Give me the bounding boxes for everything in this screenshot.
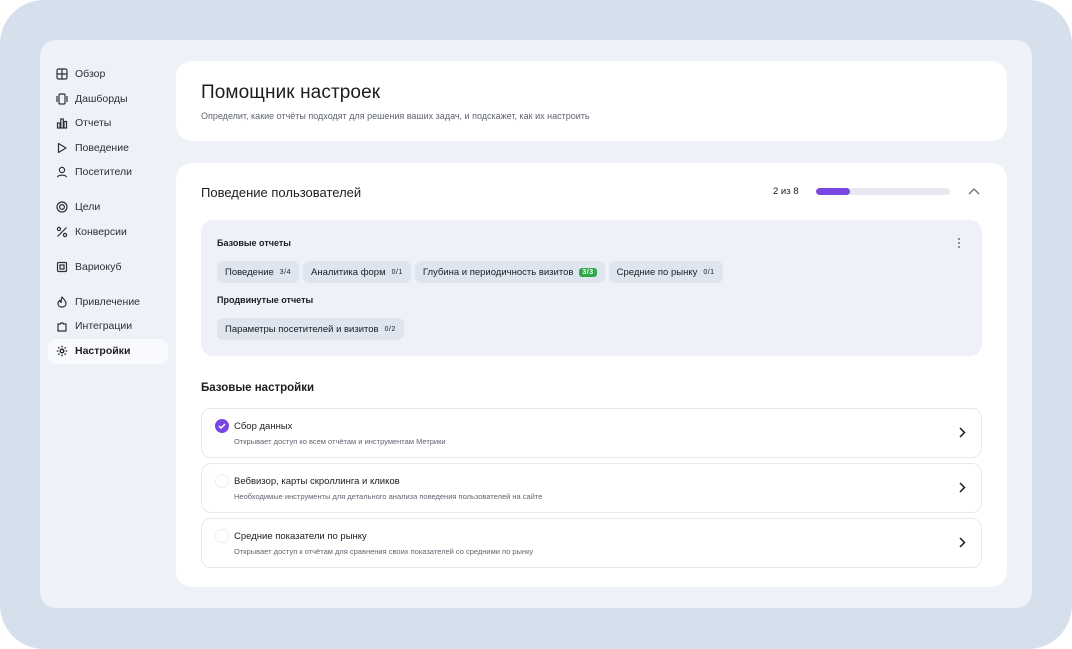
setting-description: Открывает доступ ко всем отчётам и инстр…: [234, 437, 446, 446]
sidebar-item-settings[interactable]: Настройки: [48, 338, 168, 364]
chevron-right-icon: [957, 426, 967, 438]
cube-icon: [56, 261, 68, 273]
basic-settings-title: Базовые настройки: [201, 382, 315, 394]
sidebar-item-overview[interactable]: Обзор: [48, 62, 168, 87]
sidebar-item-label: Вариокуб: [75, 260, 122, 273]
chip-count: 0/2: [384, 325, 396, 333]
sidebar-item-integrations[interactable]: Интеграции: [48, 314, 168, 339]
chip-label: Аналитика форм: [311, 266, 386, 278]
chip-count: 0/1: [391, 268, 403, 276]
user-behavior-card: Поведение пользователей 2 из 8 Базовые о…: [176, 163, 1007, 587]
sidebar-item-label: Привлечение: [75, 295, 141, 308]
play-icon: [56, 142, 68, 154]
sidebar-item-goals[interactable]: Цели: [48, 195, 168, 220]
target-icon: [56, 201, 68, 213]
chevron-up-icon: [968, 188, 980, 195]
flame-icon: [56, 296, 68, 308]
sidebar-item-conversions[interactable]: Конверсии: [48, 220, 168, 245]
report-chip-form-analytics[interactable]: Аналитика форм 0/1: [303, 261, 411, 283]
bar-chart-icon: [56, 117, 68, 129]
setting-name: Сбор данных: [234, 421, 293, 432]
chip-label: Поведение: [225, 266, 274, 278]
setting-description: Необходимые инструменты для детального а…: [234, 492, 543, 501]
setting-name: Вебвизор, карты скроллинга и кликов: [234, 476, 400, 487]
sidebar-item-reports[interactable]: Отчеты: [48, 111, 168, 136]
sidebar-item-label: Интеграции: [75, 320, 133, 333]
basic-reports-list: Поведение 3/4 Аналитика форм 0/1 Глубина…: [217, 261, 723, 283]
app-screen: Обзор Дашборды Отчеты Поведение Посетите…: [40, 40, 1032, 608]
device-frame: Обзор Дашборды Отчеты Поведение Посетите…: [0, 0, 1072, 649]
chip-label: Параметры посетителей и визитов: [225, 323, 379, 335]
grid-icon: [56, 68, 68, 80]
sidebar-item-label: Посетители: [75, 166, 132, 179]
chip-count: 3/4: [279, 268, 292, 276]
percent-icon: [56, 226, 68, 238]
sidebar-item-label: Конверсии: [75, 225, 127, 238]
sidebar-item-label: Поведение: [75, 141, 129, 154]
section-title: Поведение пользователей: [201, 185, 362, 200]
sidebar: Обзор Дашборды Отчеты Поведение Посетите…: [48, 62, 168, 364]
puzzle-icon: [56, 320, 68, 332]
chip-count: 0/1: [703, 268, 715, 276]
setting-data-collection[interactable]: Сбор данных Открывает доступ ко всем отч…: [201, 408, 982, 458]
setting-webvisor[interactable]: Вебвизор, карты скроллинга и кликов Необ…: [201, 463, 982, 513]
progress-bar-fill: [816, 188, 850, 195]
sidebar-item-label: Отчеты: [75, 117, 112, 130]
sidebar-item-label: Цели: [75, 201, 101, 214]
collapse-button[interactable]: [966, 183, 982, 199]
sidebar-item-behavior[interactable]: Поведение: [48, 136, 168, 161]
page-subtitle: Определит, какие отчёты подходят для реш…: [201, 111, 590, 121]
setting-name: Средние показатели по рынку: [234, 531, 367, 542]
report-chip-visitor-params[interactable]: Параметры посетителей и визитов 0/2: [217, 318, 404, 340]
more-options-icon[interactable]: [953, 235, 965, 251]
dashboards-icon: [56, 93, 68, 105]
progress-bar: [816, 188, 950, 195]
user-icon: [56, 166, 68, 178]
sidebar-item-dashboards[interactable]: Дашборды: [48, 87, 168, 112]
report-chip-visit-depth[interactable]: Глубина и периодичность визитов 3/3: [414, 261, 605, 283]
advanced-reports-list: Параметры посетителей и визитов 0/2: [217, 318, 404, 340]
progress-counter: 2 из 8: [773, 186, 799, 197]
chevron-right-icon: [957, 536, 967, 548]
chip-label: Средние по рынку: [616, 266, 698, 278]
chevron-right-icon: [957, 481, 967, 493]
report-chip-behavior[interactable]: Поведение 3/4: [217, 261, 300, 283]
advanced-reports-label: Продвинутые отчеты: [217, 295, 314, 305]
chip-label: Глубина и периодичность визитов: [422, 266, 574, 278]
empty-circle-icon: [215, 474, 229, 488]
setting-market-averages[interactable]: Средние показатели по рынку Открывает до…: [201, 518, 982, 568]
empty-circle-icon: [215, 529, 229, 543]
setting-description: Открывает доступ к отчётам для сравнения…: [234, 547, 534, 556]
sidebar-item-variocube[interactable]: Вариокуб: [48, 255, 168, 280]
header-card: Помощник настроек Определит, какие отчёт…: [176, 61, 1007, 141]
sidebar-item-acquisition[interactable]: Привлечение: [48, 290, 168, 315]
basic-reports-label: Базовые отчеты: [217, 238, 291, 248]
sidebar-item-label: Обзор: [75, 68, 106, 81]
sidebar-item-label: Дашборды: [75, 92, 128, 105]
report-chip-market-averages[interactable]: Средние по рынку 0/1: [608, 261, 723, 283]
check-circle-icon: [215, 419, 229, 433]
sidebar-item-visitors[interactable]: Посетители: [48, 160, 168, 185]
sidebar-item-label: Настройки: [75, 345, 131, 357]
reports-panel: Базовые отчеты Поведение 3/4 Аналитика ф…: [201, 220, 982, 356]
gear-icon: [56, 345, 68, 357]
page-title: Помощник настроек: [201, 82, 381, 103]
chip-count-complete: 3/3: [579, 267, 597, 277]
